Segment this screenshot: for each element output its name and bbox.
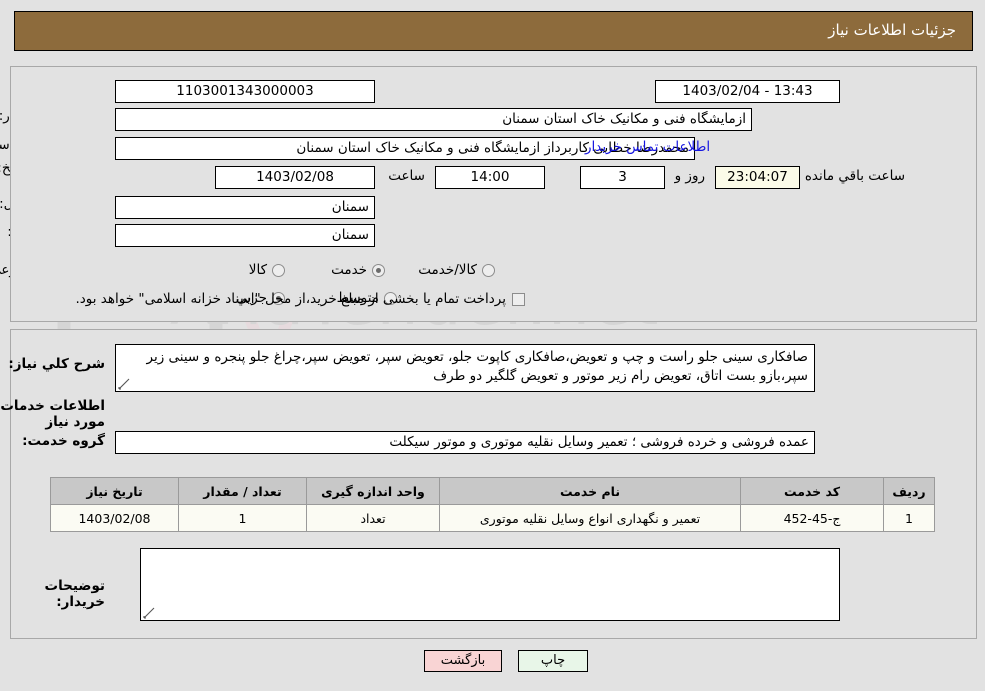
page-title: جزئیات اطلاعات نیاز: [828, 21, 956, 39]
resize-grip-icon-remarks[interactable]: [143, 607, 155, 619]
cell-index: 1: [883, 504, 935, 532]
services-heading: اطلاعات خدمات مورد نیاز: [0, 398, 105, 430]
need-number-value: 1103001343000003: [115, 80, 375, 103]
radio-category-kala[interactable]: کالا: [249, 262, 285, 278]
deadline-time-value: 14:00: [435, 166, 545, 189]
cell-date: 1403/02/08: [50, 504, 179, 532]
cell-quantity: 1: [178, 504, 307, 532]
deadline-date-value: 1403/02/08: [215, 166, 375, 189]
radio-icon-kala[interactable]: [272, 263, 285, 277]
cell-code: ج-45-452: [740, 504, 884, 532]
radio-icon-kala-khedmat[interactable]: [482, 263, 495, 277]
description-label: شرح کلي نیاز:: [8, 356, 105, 372]
page-title-bar: جزئیات اطلاعات نیاز: [14, 11, 973, 51]
remaining-time-countdown: 23:04:07: [715, 166, 800, 189]
cell-unit: تعداد: [306, 504, 440, 532]
province-value: سمنان: [115, 196, 375, 219]
deadline-time-label: ساعت: [388, 168, 425, 184]
cell-name: تعمیر و نگهداری انواع وسایل نقلیه موتوری: [439, 504, 741, 532]
remarks-textarea[interactable]: [140, 548, 840, 621]
table-header-row: ردیف کد خدمت نام خدمت واحد اندازه گیری ت…: [50, 477, 935, 505]
service-group-value: عمده فروشی و خرده فروشی ؛ تعمیر وسایل نق…: [115, 431, 815, 454]
table-row: 1 ج-45-452 تعمیر و نگهداری انواع وسایل ن…: [50, 504, 935, 532]
service-group-label: گروه خدمت:: [22, 433, 105, 449]
th-code: کد خدمت: [740, 477, 884, 505]
treasury-checkbox-label: پرداخت تمام یا بخشی از مبلغ خرید،از محل …: [75, 291, 506, 307]
treasury-checkbox-wrap[interactable]: پرداخت تمام یا بخشی از مبلغ خرید،از محل …: [75, 291, 525, 307]
city-value: سمنان: [115, 224, 375, 247]
back-button[interactable]: بازگشت: [424, 650, 502, 672]
resize-grip-icon[interactable]: [118, 378, 130, 390]
description-textarea[interactable]: صافکاری سینی جلو راست و چپ و تعویض،صافکا…: [115, 344, 815, 392]
treasury-checkbox[interactable]: [512, 292, 525, 306]
radio-category-kala-khedmat[interactable]: کالا/خدمت: [418, 262, 495, 278]
public-announce-value: 13:43 - 1403/02/04: [655, 80, 840, 103]
radio-label-kala-khedmat: کالا/خدمت: [418, 262, 477, 278]
radio-label-khedmat: خدمت: [331, 262, 367, 278]
remaining-days-label: روز و: [674, 168, 705, 184]
page-root: V AriaTender.net جزئیات اطلاعات نیاز شما…: [0, 0, 985, 691]
radio-label-kala: کالا: [248, 262, 267, 278]
remaining-days-value: 3: [580, 166, 665, 189]
remaining-time-label: ساعت باقي مانده: [804, 168, 905, 184]
radio-icon-khedmat[interactable]: [372, 263, 385, 277]
description-value: صافکاری سینی جلو راست و چپ و تعویض،صافکا…: [146, 349, 809, 384]
services-table: ردیف کد خدمت نام خدمت واحد اندازه گیری ت…: [50, 477, 935, 532]
print-button[interactable]: چاپ: [518, 650, 588, 672]
buyer-org-value: ازمایشگاه فنی و مکانیک خاک استان سمنان: [115, 108, 752, 131]
th-index: ردیف: [883, 477, 935, 505]
th-date: تاریخ نیاز: [50, 477, 179, 505]
th-unit: واحد اندازه گیری: [306, 477, 440, 505]
general-info-panel: [10, 66, 977, 322]
radio-category-khedmat[interactable]: خدمت: [331, 262, 385, 278]
th-name: نام خدمت: [439, 477, 741, 505]
buyer-contact-link[interactable]: اطلاعات تماس خریدار: [585, 139, 710, 155]
th-quantity: تعداد / مقدار: [178, 477, 307, 505]
remarks-label: توضیحات خریدار:: [44, 578, 105, 610]
